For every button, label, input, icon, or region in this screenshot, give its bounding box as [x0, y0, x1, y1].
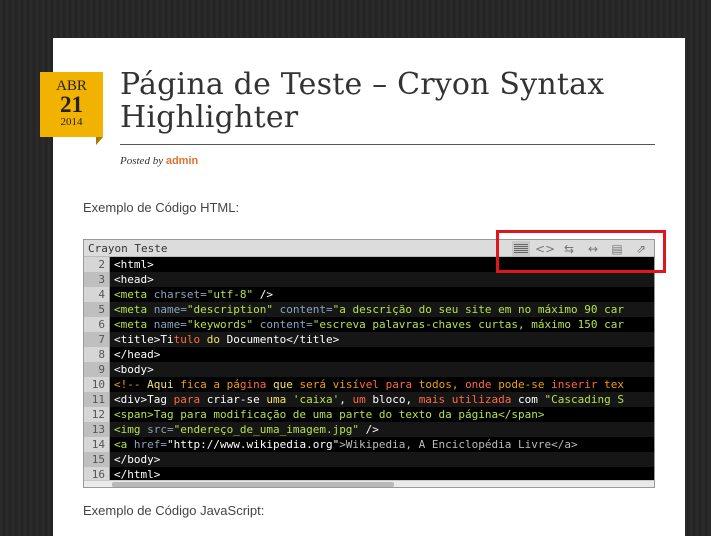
line-number: 5 — [84, 302, 110, 317]
line-number: 4 — [84, 287, 110, 302]
code-line: 9 <body> — [84, 362, 654, 377]
js-example-label: Exemplo de Código JavaScript: — [83, 503, 265, 518]
date-badge: ABR 21 2014 — [40, 72, 103, 137]
line-number: 13 — [84, 422, 110, 437]
crayon-title: Crayon Teste — [88, 242, 168, 255]
code-line: 14 <a href="http://www.wikipedia.org">Wik… — [84, 437, 654, 452]
post-title[interactable]: Página de Teste – Cryon Syntax Highlight… — [120, 68, 640, 134]
code-line: 12 <span>Tag para modificação de uma part… — [84, 407, 654, 422]
code-line: 11 <div>Tag para criar-se uma 'caixa', um… — [84, 392, 654, 407]
code-text: <meta name="keywords" content="escreva p… — [114, 318, 624, 331]
code-text: <!-- Aqui fica a página que será visível… — [114, 378, 625, 391]
author-link[interactable]: admin — [166, 155, 198, 167]
line-number: 15 — [84, 452, 110, 467]
code-text: <meta charset="utf-8" /> — [114, 288, 273, 301]
code-text: <span>Tag para modificação de uma parte … — [114, 408, 545, 421]
line-number: 8 — [84, 347, 110, 362]
line-number: 12 — [84, 407, 110, 422]
code-line: 10 <!-- Aqui fica a página que será visív… — [84, 377, 654, 392]
posted-by: Posted by admin — [120, 155, 198, 167]
code-text: </body> — [110, 452, 654, 467]
date-month: ABR — [56, 78, 87, 94]
code-line: 6 <meta name="keywords" content="escreva … — [84, 317, 654, 332]
line-number: 14 — [84, 437, 110, 452]
horizontal-scrollbar[interactable] — [84, 480, 654, 487]
code-text: <a href="http://www.wikipedia.org">Wikip… — [114, 438, 578, 451]
line-number: 2 — [84, 257, 110, 272]
toolbar-highlight-annotation — [496, 230, 666, 273]
code-text: <div>Tag para criar-se uma 'caixa', um b… — [110, 392, 654, 407]
code-area[interactable]: 2 <html> 3 <head> 4 <meta charset="utf-8" /> 5… — [84, 257, 654, 482]
code-line: 15 </body> — [84, 452, 654, 467]
line-number: 6 — [84, 317, 110, 332]
code-text: </head> — [114, 348, 161, 361]
title-divider — [120, 144, 655, 145]
line-number: 9 — [84, 362, 110, 377]
code-text: <meta name="description" content="a desc… — [110, 302, 654, 317]
code-line: 5 <meta name="description" content="a des… — [84, 302, 654, 317]
date-badge-fold — [96, 137, 103, 145]
line-number: 3 — [84, 272, 110, 287]
code-line: 8 </head> — [84, 347, 654, 362]
crayon-code-block: Crayon Teste <> ⇆ ↔ ▤ ⇗ 2 <html> 3 <head> 4 <… — [83, 239, 655, 488]
code-line: 13 <img src="endereço_de_uma_imagem.jpg" … — [84, 422, 654, 437]
code-line: 4 <meta charset="utf-8" /> — [84, 287, 654, 302]
scrollbar-thumb[interactable] — [112, 482, 394, 487]
posted-by-prefix: Posted by — [120, 155, 164, 167]
code-text: <title>Titulo do Documento</title> — [110, 332, 654, 347]
code-line: 7 <title>Titulo do Documento</title> — [84, 332, 654, 347]
line-number: 10 — [84, 377, 110, 392]
html-example-label: Exemplo de Código HTML: — [83, 200, 240, 215]
code-text: <body> — [110, 362, 654, 377]
date-year: 2014 — [60, 116, 83, 128]
line-number: 11 — [84, 392, 110, 407]
line-number: 7 — [84, 332, 110, 347]
code-line: 3 <head> — [84, 272, 654, 287]
code-text: <img src="endereço_de_uma_imagem.jpg" /> — [110, 422, 654, 437]
code-text: <head> — [110, 272, 654, 287]
date-day: 21 — [60, 92, 83, 117]
